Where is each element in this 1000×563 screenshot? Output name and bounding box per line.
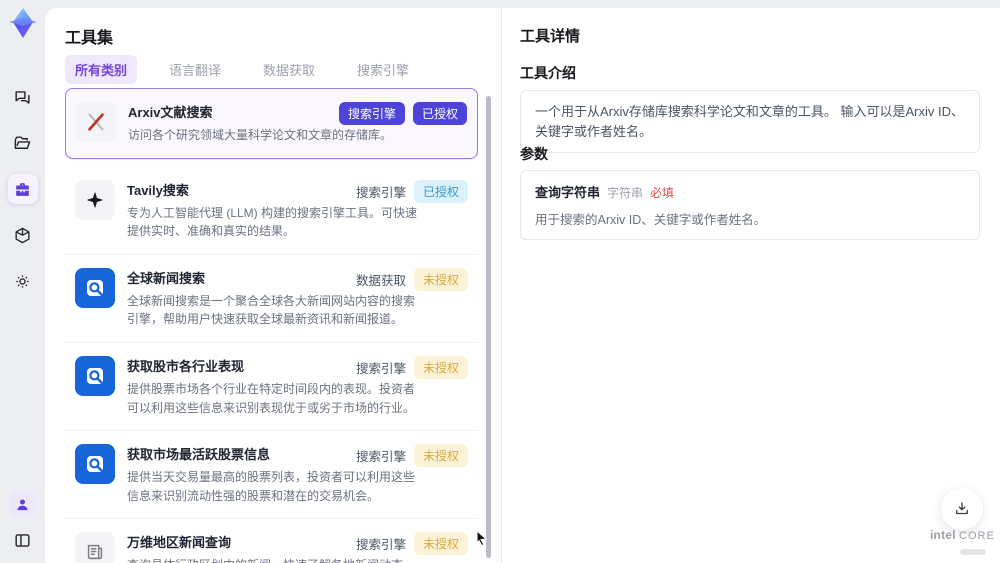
tool-auth-badge: 未授权 — [413, 532, 468, 556]
intel-product-text: CORE — [959, 530, 995, 542]
tab-3[interactable]: 搜索引擎 — [347, 55, 419, 84]
intro-text: 一个用于从Arxiv存储库搜索科学论文和文章的工具。 输入可以是Arxiv ID… — [535, 104, 965, 139]
tool-category-tag: 搜索引擎 — [355, 361, 406, 376]
tool-list-item-0[interactable]: Arxiv文献搜索 访问各个研究领域大量科学论文和文章的存储库。 搜索引擎 已授… — [65, 88, 478, 159]
tool-description: 访问各个研究领域大量科学论文和文章的存储库。 — [128, 128, 393, 142]
tool-list: Arxiv文献搜索 访问各个研究领域大量科学论文和文章的存储库。 搜索引擎 已授… — [65, 88, 478, 563]
tool-list-item-5[interactable]: 万维地区新闻查询 查询具体行政区划内的新闻，快速了解各地新闻动态。 搜索引擎 未… — [65, 519, 478, 563]
intro-box: 一个用于从Arxiv存储库搜索科学论文和文章的工具。 输入可以是Arxiv ID… — [520, 90, 980, 153]
tool-category-tag: 搜索引擎 — [355, 450, 406, 465]
tool-category-tag: 搜索引擎 — [338, 102, 405, 125]
intro-heading: 工具介绍 — [520, 65, 576, 81]
tool-auth-badge: 未授权 — [413, 444, 468, 468]
toolbox-icon[interactable] — [7, 174, 38, 204]
tool-auth-badge: 未授权 — [413, 267, 468, 291]
params-heading: 参数 — [520, 146, 548, 162]
category-tabs: 所有类别 语言翻译 数据获取 搜索引擎 — [65, 55, 419, 84]
tool-description: 提供当天交易量最高的股票列表，投资者可以利用这些信息来识别流动性强的股票和潜在的… — [127, 470, 416, 503]
param-name: 查询字符串 — [535, 185, 601, 200]
detail-title: 工具详情 — [520, 28, 581, 45]
param-desc: 用于搜索的Arxiv ID、关键字或作者姓名。 — [535, 213, 767, 227]
param-type: 字符串 — [607, 186, 644, 200]
scrollbar[interactable] — [486, 96, 491, 558]
param-required-badge: 必填 — [650, 186, 675, 200]
tab-0[interactable]: 所有类别 — [65, 55, 138, 84]
tool-description: 全球新闻搜索是一个聚合全球各大新闻网站内容的搜索引擎，帮助用户快速获取全球最新资… — [127, 293, 416, 327]
tool-list-item-1[interactable]: Tavily搜索 专为人工智能代理 (LLM) 构建的搜索引擎工具。可快速提供实… — [65, 166, 478, 255]
tool-description: 查询具体行政区划内的新闻，快速了解各地新闻动态。 — [127, 556, 419, 563]
sparkle-icon — [75, 179, 115, 220]
tool-description: 提供股票市场各个行业在特定时间段内的表现。投资者可以利用这些信息来识别表现优于或… — [127, 381, 416, 415]
tool-auth-badge: 已授权 — [412, 102, 467, 125]
tab-2[interactable]: 数据获取 — [253, 55, 325, 84]
folder-icon[interactable] — [8, 128, 38, 158]
tab-1[interactable]: 语言翻译 — [159, 55, 231, 84]
intel-vendor-text: intel — [930, 528, 956, 542]
stock-app-icon — [75, 355, 115, 396]
intel-core-logo: intel CORE — [930, 528, 995, 560]
tool-category-tag: 数据获取 — [355, 273, 406, 288]
app-rail — [0, 0, 45, 563]
arxiv-logo-icon — [76, 102, 116, 142]
download-button[interactable] — [941, 488, 983, 530]
tool-list-item-4[interactable]: 获取市场最活跃股票信息 提供当天交易量最高的股票列表，投资者可以利用这些信息来识… — [65, 431, 478, 520]
app-logo[interactable] — [7, 6, 39, 40]
chat-icon[interactable] — [8, 82, 38, 112]
tool-list-item-3[interactable]: 获取股市各行业表现 提供股票市场各个行业在特定时间段内的表现。投资者可以利用这些… — [65, 342, 478, 432]
page-title: 工具集 — [65, 30, 114, 47]
stock-app-icon — [75, 444, 115, 485]
tool-auth-badge: 未授权 — [413, 355, 468, 379]
tool-detail-panel: 工具详情 工具介绍 一个用于从Arxiv存储库搜索科学论文和文章的工具。 输入可… — [503, 8, 1000, 563]
intel-sub-badge — [960, 549, 986, 555]
tool-description: 专为人工智能代理 (LLM) 构建的搜索引擎工具。可快速提供实时、准确和真实的结… — [127, 205, 418, 239]
news-app-icon — [75, 267, 115, 308]
main-card: 工具集 所有类别 语言翻译 数据获取 搜索引擎 Arxiv文献搜索 访问各个研究领域大… — [45, 8, 1000, 563]
user-icon[interactable] — [9, 491, 36, 517]
tool-list-panel: 工具集 所有类别 语言翻译 数据获取 搜索引擎 Arxiv文献搜索 访问各个研究领域大… — [45, 8, 502, 563]
tool-list-item-2[interactable]: 全球新闻搜索 全球新闻搜索是一个聚合全球各大新闻网站内容的搜索引擎，帮助用户快速… — [65, 254, 478, 343]
mouse-cursor — [475, 529, 489, 551]
gear-icon[interactable] — [8, 266, 38, 296]
tool-category-tag: 搜索引擎 — [355, 185, 406, 200]
newspaper-icon — [75, 532, 115, 563]
tool-category-tag: 搜索引擎 — [355, 538, 406, 553]
cube-icon[interactable] — [8, 220, 38, 250]
param-box: 查询字符串 字符串 必填 用于搜索的Arxiv ID、关键字或作者姓名。 — [520, 170, 980, 240]
tool-auth-badge: 已授权 — [413, 179, 468, 203]
collapse-panel-icon[interactable] — [8, 525, 38, 555]
